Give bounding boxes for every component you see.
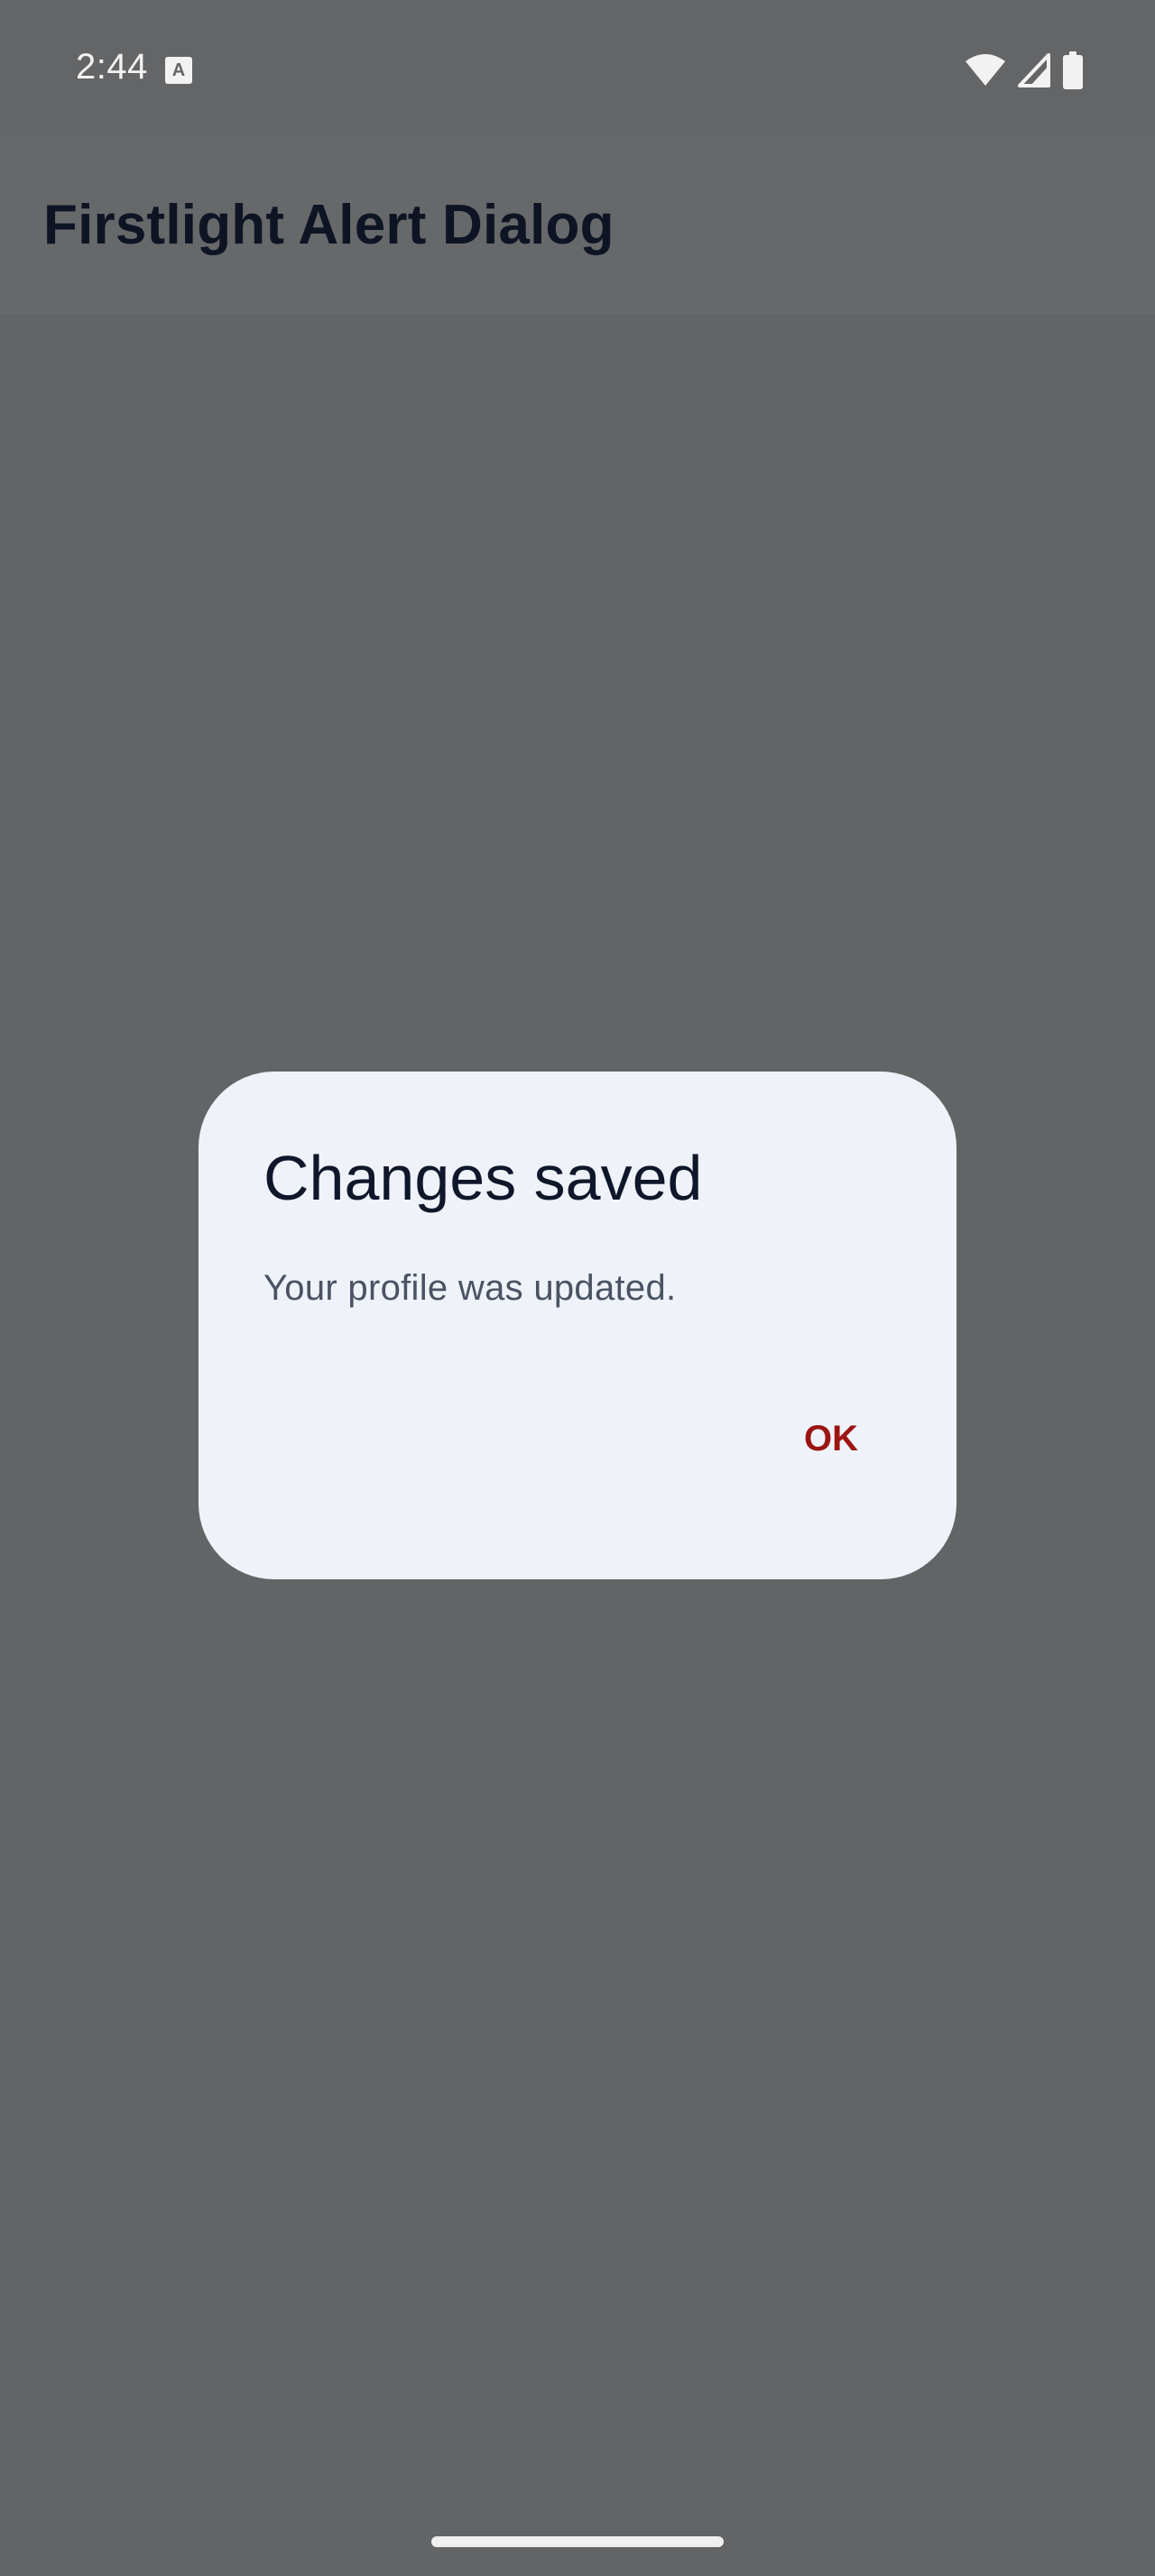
cellular-signal-icon [1018, 53, 1050, 87]
wifi-icon [966, 54, 1005, 86]
gesture-nav-handle[interactable] [431, 2536, 724, 2547]
notification-app-icon: A [165, 57, 192, 84]
battery-icon [1063, 51, 1083, 89]
status-bar: 2:44 A [0, 0, 1155, 135]
app-bar: Firstlight Alert Dialog [0, 135, 1155, 314]
notification-app-icon-letter: A [171, 60, 186, 80]
app-title: Firstlight Alert Dialog [43, 194, 614, 256]
alert-dialog: Changes saved Your profile was updated. … [199, 1072, 956, 1579]
status-time: 2:44 [76, 47, 148, 87]
dialog-title: Changes saved [263, 1143, 703, 1213]
status-icons [966, 51, 1083, 90]
dialog-message: Your profile was updated. [263, 1268, 677, 1308]
ok-button[interactable]: OK [772, 1398, 890, 1479]
screen: 2:44 A Firstlight Alert Dialog Changes s… [0, 0, 1155, 2576]
